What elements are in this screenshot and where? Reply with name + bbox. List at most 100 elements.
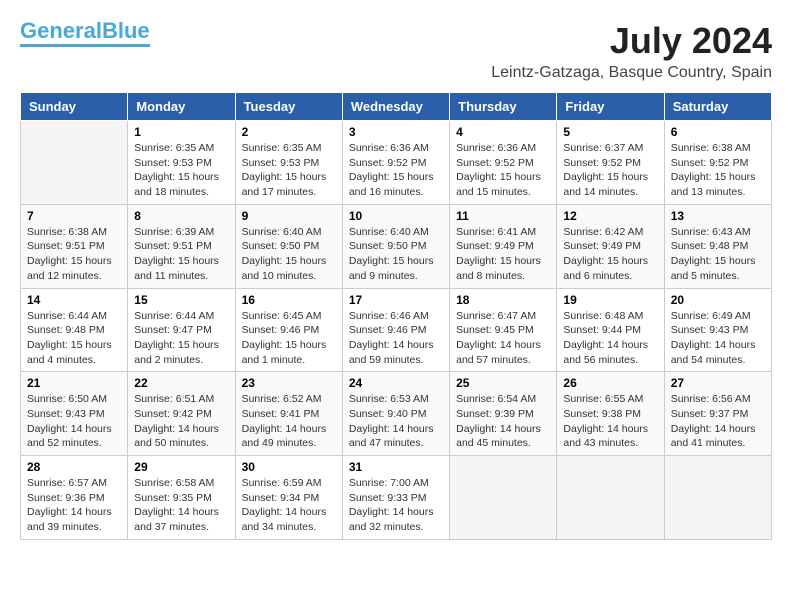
day-number: 20 <box>671 293 765 307</box>
page-header: GeneralBlue July 2024 Leintz-Gatzaga, Ba… <box>20 20 772 82</box>
day-cell: 12Sunrise: 6:42 AM Sunset: 9:49 PM Dayli… <box>557 204 664 288</box>
logo: GeneralBlue <box>20 20 150 47</box>
logo-text: GeneralBlue <box>20 20 150 42</box>
day-number: 13 <box>671 209 765 223</box>
day-cell: 30 Sunrise: 6:59 AM Sunset: 9:34 PM Dayli… <box>235 456 342 540</box>
day-cell: 9 Sunrise: 6:40 AM Sunset: 9:50 PM Daylig… <box>235 204 342 288</box>
day-info: Sunrise: 6:42 AM Sunset: 9:49 PM Dayligh… <box>563 225 657 284</box>
day-info: Sunrise: 6:40 AM Sunset: 9:50 PM Dayligh… <box>242 225 336 284</box>
day-cell: 20 Sunrise: 6:49 AM Sunset: 9:43 PM Dayli… <box>664 288 771 372</box>
day-number: 5 <box>563 125 657 139</box>
header-row: SundayMondayTuesdayWednesdayThursdayFrid… <box>21 93 772 121</box>
week-row-5: 28 Sunrise: 6:57 AM Sunset: 9:36 PM Dayli… <box>21 456 772 540</box>
day-number: 15 <box>134 293 228 307</box>
day-cell: 3 Sunrise: 6:36 AM Sunset: 9:52 PM Daylig… <box>342 121 449 205</box>
day-cell: 10Sunrise: 6:40 AM Sunset: 9:50 PM Dayli… <box>342 204 449 288</box>
day-number: 24 <box>349 376 443 390</box>
day-info: Sunrise: 6:43 AM Sunset: 9:48 PM Dayligh… <box>671 225 765 284</box>
col-wednesday: Wednesday <box>342 93 449 121</box>
day-info: Sunrise: 6:38 AM Sunset: 9:52 PM Dayligh… <box>671 141 765 200</box>
day-cell: 16Sunrise: 6:45 AM Sunset: 9:46 PM Dayli… <box>235 288 342 372</box>
day-info: Sunrise: 6:49 AM Sunset: 9:43 PM Dayligh… <box>671 309 765 368</box>
day-cell: 21 Sunrise: 6:50 AM Sunset: 9:43 PM Dayli… <box>21 372 128 456</box>
day-cell: 7Sunrise: 6:38 AM Sunset: 9:51 PM Daylig… <box>21 204 128 288</box>
calendar-table: SundayMondayTuesdayWednesdayThursdayFrid… <box>20 92 772 540</box>
logo-blue: Blue <box>102 18 150 43</box>
logo-general: General <box>20 18 102 43</box>
day-info: Sunrise: 6:41 AM Sunset: 9:49 PM Dayligh… <box>456 225 550 284</box>
day-info: Sunrise: 6:36 AM Sunset: 9:52 PM Dayligh… <box>456 141 550 200</box>
week-row-3: 14Sunrise: 6:44 AM Sunset: 9:48 PM Dayli… <box>21 288 772 372</box>
day-info: Sunrise: 6:47 AM Sunset: 9:45 PM Dayligh… <box>456 309 550 368</box>
week-row-1: 1 Sunrise: 6:35 AM Sunset: 9:53 PM Daylig… <box>21 121 772 205</box>
day-cell: 18 Sunrise: 6:47 AM Sunset: 9:45 PM Dayli… <box>450 288 557 372</box>
day-number: 27 <box>671 376 765 390</box>
day-info: Sunrise: 6:57 AM Sunset: 9:36 PM Dayligh… <box>27 476 121 535</box>
day-cell <box>557 456 664 540</box>
day-info: Sunrise: 6:39 AM Sunset: 9:51 PM Dayligh… <box>134 225 228 284</box>
day-number: 30 <box>242 460 336 474</box>
day-cell: 23 Sunrise: 6:52 AM Sunset: 9:41 PM Dayli… <box>235 372 342 456</box>
day-cell: 5Sunrise: 6:37 AM Sunset: 9:52 PM Daylig… <box>557 121 664 205</box>
day-info: Sunrise: 6:35 AM Sunset: 9:53 PM Dayligh… <box>242 141 336 200</box>
day-cell: 29Sunrise: 6:58 AM Sunset: 9:35 PM Dayli… <box>128 456 235 540</box>
day-info: Sunrise: 6:54 AM Sunset: 9:39 PM Dayligh… <box>456 392 550 451</box>
day-info: Sunrise: 6:52 AM Sunset: 9:41 PM Dayligh… <box>242 392 336 451</box>
col-sunday: Sunday <box>21 93 128 121</box>
calendar-header: SundayMondayTuesdayWednesdayThursdayFrid… <box>21 93 772 121</box>
day-number: 29 <box>134 460 228 474</box>
day-number: 22 <box>134 376 228 390</box>
day-number: 18 <box>456 293 550 307</box>
day-info: Sunrise: 6:59 AM Sunset: 9:34 PM Dayligh… <box>242 476 336 535</box>
day-info: Sunrise: 6:36 AM Sunset: 9:52 PM Dayligh… <box>349 141 443 200</box>
day-cell: 26 Sunrise: 6:55 AM Sunset: 9:38 PM Dayli… <box>557 372 664 456</box>
day-cell: 14Sunrise: 6:44 AM Sunset: 9:48 PM Dayli… <box>21 288 128 372</box>
day-info: Sunrise: 6:44 AM Sunset: 9:48 PM Dayligh… <box>27 309 121 368</box>
day-number: 4 <box>456 125 550 139</box>
day-number: 21 <box>27 376 121 390</box>
day-number: 10 <box>349 209 443 223</box>
day-cell: 19Sunrise: 6:48 AM Sunset: 9:44 PM Dayli… <box>557 288 664 372</box>
day-info: Sunrise: 6:56 AM Sunset: 9:37 PM Dayligh… <box>671 392 765 451</box>
day-cell: 25Sunrise: 6:54 AM Sunset: 9:39 PM Dayli… <box>450 372 557 456</box>
day-number: 26 <box>563 376 657 390</box>
day-cell: 17 Sunrise: 6:46 AM Sunset: 9:46 PM Dayli… <box>342 288 449 372</box>
day-cell: 22Sunrise: 6:51 AM Sunset: 9:42 PM Dayli… <box>128 372 235 456</box>
col-tuesday: Tuesday <box>235 93 342 121</box>
day-cell: 13 Sunrise: 6:43 AM Sunset: 9:48 PM Dayli… <box>664 204 771 288</box>
col-saturday: Saturday <box>664 93 771 121</box>
day-number: 1 <box>134 125 228 139</box>
day-number: 8 <box>134 209 228 223</box>
day-number: 23 <box>242 376 336 390</box>
day-cell <box>21 121 128 205</box>
day-info: Sunrise: 6:50 AM Sunset: 9:43 PM Dayligh… <box>27 392 121 451</box>
day-number: 17 <box>349 293 443 307</box>
day-cell: 15Sunrise: 6:44 AM Sunset: 9:47 PM Dayli… <box>128 288 235 372</box>
day-number: 3 <box>349 125 443 139</box>
day-number: 2 <box>242 125 336 139</box>
week-row-4: 21 Sunrise: 6:50 AM Sunset: 9:43 PM Dayli… <box>21 372 772 456</box>
title-block: July 2024 Leintz-Gatzaga, Basque Country… <box>491 20 772 82</box>
day-cell: 6 Sunrise: 6:38 AM Sunset: 9:52 PM Daylig… <box>664 121 771 205</box>
day-info: Sunrise: 6:38 AM Sunset: 9:51 PM Dayligh… <box>27 225 121 284</box>
day-number: 28 <box>27 460 121 474</box>
day-number: 19 <box>563 293 657 307</box>
day-number: 11 <box>456 209 550 223</box>
day-cell: 31 Sunrise: 7:00 AM Sunset: 9:33 PM Dayli… <box>342 456 449 540</box>
day-info: Sunrise: 6:46 AM Sunset: 9:46 PM Dayligh… <box>349 309 443 368</box>
location: Leintz-Gatzaga, Basque Country, Spain <box>491 64 772 82</box>
day-info: Sunrise: 6:35 AM Sunset: 9:53 PM Dayligh… <box>134 141 228 200</box>
day-number: 31 <box>349 460 443 474</box>
col-monday: Monday <box>128 93 235 121</box>
day-cell: 27 Sunrise: 6:56 AM Sunset: 9:37 PM Dayli… <box>664 372 771 456</box>
col-thursday: Thursday <box>450 93 557 121</box>
day-number: 9 <box>242 209 336 223</box>
day-info: Sunrise: 7:00 AM Sunset: 9:33 PM Dayligh… <box>349 476 443 535</box>
day-cell <box>450 456 557 540</box>
day-number: 16 <box>242 293 336 307</box>
day-info: Sunrise: 6:55 AM Sunset: 9:38 PM Dayligh… <box>563 392 657 451</box>
day-cell: 2 Sunrise: 6:35 AM Sunset: 9:53 PM Daylig… <box>235 121 342 205</box>
col-friday: Friday <box>557 93 664 121</box>
month-year: July 2024 <box>491 20 772 62</box>
day-number: 6 <box>671 125 765 139</box>
